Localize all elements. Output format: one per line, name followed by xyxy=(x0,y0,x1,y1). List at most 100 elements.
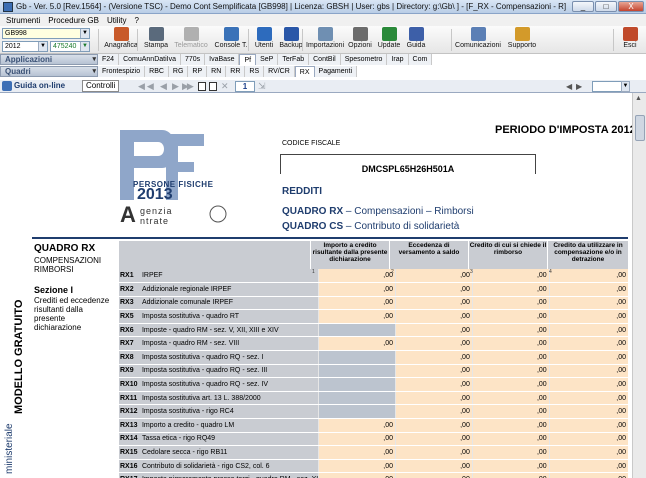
amount-field-col3[interactable]: ,00 xyxy=(471,459,550,474)
amount-field-col4[interactable]: ,00 xyxy=(548,336,628,352)
amount-field-col4[interactable]: ,00 xyxy=(548,296,628,311)
amount-field-col3[interactable]: ,00 xyxy=(471,418,550,433)
menu-help[interactable]: ? xyxy=(135,16,139,25)
toolbar-button-console-t-[interactable]: Console T. xyxy=(212,27,250,53)
tab-quadri-rx[interactable]: RX xyxy=(294,66,315,77)
amount-field-col3[interactable]: ,00 xyxy=(471,269,550,284)
toolbar-button-backup[interactable]: Backup xyxy=(278,27,304,53)
last-page-icon[interactable]: ▶▶ xyxy=(182,81,194,92)
company-combo[interactable]: GB998 ▼ xyxy=(2,28,90,39)
chevron-down-icon[interactable]: ▼ xyxy=(80,42,89,51)
tab-quadri-rs[interactable]: RS xyxy=(245,66,265,77)
delete-page-icon[interactable]: ✕ xyxy=(221,81,229,92)
amount-field-col1[interactable]: ,00 xyxy=(318,459,396,474)
amount-field-col2[interactable]: ,00 xyxy=(395,269,473,284)
amount-field-col1[interactable]: ,00 xyxy=(318,445,396,460)
amount-field-col3[interactable]: ,00 xyxy=(471,282,550,297)
amount-field-col2[interactable]: ,00 xyxy=(395,323,473,338)
menu-procedure-gb[interactable]: Procedure GB xyxy=(48,16,99,25)
amount-field-col4[interactable]: ,00 xyxy=(548,391,628,406)
amount-field-col3[interactable]: ,00 xyxy=(471,364,550,379)
amount-field-col3[interactable]: ,00 xyxy=(471,404,550,420)
amount-field-col3[interactable]: ,00 xyxy=(471,336,550,352)
amount-field-col1[interactable]: ,00 xyxy=(318,269,396,284)
amount-field-col2[interactable]: ,00 xyxy=(395,296,473,311)
new-page-icon[interactable] xyxy=(209,82,217,91)
toolbar-button-opzioni[interactable]: Opzioni xyxy=(346,27,374,53)
chevron-down-icon[interactable]: ▼ xyxy=(38,42,47,51)
toolbar-button-esci[interactable]: Esci xyxy=(618,27,642,53)
amount-field-col4[interactable]: ,00 xyxy=(548,377,628,392)
chevron-down-icon[interactable]: ▼ xyxy=(80,29,89,38)
goto-page-icon[interactable]: ⇲ xyxy=(258,81,266,92)
toolbar-button-utenti[interactable]: Utenti xyxy=(252,27,276,53)
chevron-down-icon[interactable]: ▾ xyxy=(92,67,96,76)
tab-applicazioni-770s[interactable]: 770s xyxy=(180,54,206,65)
amount-field-col2[interactable]: ,00 xyxy=(395,404,473,420)
tab-applicazioni-f24[interactable]: F24 xyxy=(98,54,120,65)
amount-field-col1[interactable]: ,00 xyxy=(318,418,396,433)
first-page-icon[interactable]: ◀◀ xyxy=(138,81,156,92)
amount-field-col4[interactable]: ,00 xyxy=(548,472,628,478)
tab-applicazioni-irap[interactable]: Irap xyxy=(387,54,409,65)
scrollbar-thumb[interactable] xyxy=(635,115,645,141)
amount-field-col3[interactable]: ,00 xyxy=(471,432,550,447)
tab-applicazioni-sep[interactable]: SeP xyxy=(256,54,279,65)
amount-field-col3[interactable]: ,00 xyxy=(471,350,550,365)
amount-field-col3[interactable]: ,00 xyxy=(471,472,550,478)
amount-field-col3[interactable]: ,00 xyxy=(471,377,550,392)
toolbar-button-anagrafica[interactable]: Anagrafica xyxy=(102,27,140,53)
tab-quadri-rv-cr[interactable]: RV/CR xyxy=(264,66,295,77)
toolbar-button-update[interactable]: Update xyxy=(376,27,402,53)
amount-field-col1[interactable]: ,00 xyxy=(318,336,396,352)
close-button[interactable]: X xyxy=(618,1,644,12)
toolbar-button-stampa[interactable]: Stampa xyxy=(141,27,171,53)
tab-quadri-rr[interactable]: RR xyxy=(226,66,246,77)
toolbar-button-telematico[interactable]: Telematico xyxy=(172,27,210,53)
amount-field-col2[interactable]: ,00 xyxy=(395,459,473,474)
amount-field-col2[interactable]: ,00 xyxy=(395,432,473,447)
page-icon[interactable] xyxy=(198,82,206,91)
amount-field-col4[interactable]: ,00 xyxy=(548,323,628,338)
amount-field-col1[interactable]: ,00 xyxy=(318,309,396,324)
amount-field-col3[interactable]: ,00 xyxy=(471,391,550,406)
page-number-field[interactable]: 1 xyxy=(235,81,255,92)
amount-field-col4[interactable]: ,00 xyxy=(548,282,628,297)
tab-quadri-frontespizio[interactable]: Frontespizio xyxy=(98,66,146,77)
amount-field-col2[interactable]: ,00 xyxy=(395,418,473,433)
vertical-scrollbar[interactable]: ▲ xyxy=(632,93,646,478)
applicazioni-panel[interactable]: Applicazioni ▾ xyxy=(0,54,98,65)
amount-field-col1[interactable]: ,00 xyxy=(318,282,396,297)
tab-applicazioni-contbil[interactable]: ContBil xyxy=(309,54,341,65)
amount-field-col2[interactable]: ,00 xyxy=(395,377,473,392)
code-combo[interactable]: 475240 ▼ xyxy=(50,41,90,52)
amount-field-col3[interactable]: ,00 xyxy=(471,296,550,311)
amount-field-col2[interactable]: ,00 xyxy=(395,282,473,297)
toolbar-button-comunicazioni[interactable]: Comunicazioni xyxy=(455,27,501,53)
amount-field-col2[interactable]: ,00 xyxy=(395,472,473,478)
scroll-left-icon[interactable]: ◀ xyxy=(566,82,572,91)
amount-field-col2[interactable]: ,00 xyxy=(395,391,473,406)
amount-field-col2[interactable]: ,00 xyxy=(395,336,473,352)
amount-field-col4[interactable]: ,00 xyxy=(548,364,628,379)
codice-fiscale-field[interactable]: DMCSPL65H26H501A xyxy=(280,154,536,174)
chevron-down-icon[interactable]: ▼ xyxy=(621,81,630,92)
controlli-button[interactable]: Controlli xyxy=(82,80,120,92)
prev-page-icon[interactable]: ◀ xyxy=(160,81,167,92)
amount-field-col4[interactable]: ,00 xyxy=(548,418,628,433)
year-combo[interactable]: 2012 ▼ xyxy=(2,41,48,52)
amount-field-col2[interactable]: ,00 xyxy=(395,309,473,324)
tab-applicazioni-spesometro[interactable]: Spesometro xyxy=(340,54,388,65)
amount-field-col3[interactable]: ,00 xyxy=(471,445,550,460)
chevron-down-icon[interactable]: ▾ xyxy=(92,55,96,64)
tab-applicazioni-terfab[interactable]: TerFab xyxy=(278,54,310,65)
toolbar-button-guida[interactable]: Guida xyxy=(403,27,429,53)
minimize-button[interactable]: _ xyxy=(572,1,594,12)
amount-field-col4[interactable]: ,00 xyxy=(548,269,628,284)
amount-field-col1[interactable]: ,00 xyxy=(318,296,396,311)
tab-applicazioni-com[interactable]: Com xyxy=(408,54,433,65)
tab-quadri-rp[interactable]: RP xyxy=(188,66,208,77)
tab-quadri-rbc[interactable]: RBC xyxy=(145,66,169,77)
guida-online-link[interactable]: Guida on-line xyxy=(14,81,65,90)
scroll-up-icon[interactable]: ▲ xyxy=(635,95,642,102)
